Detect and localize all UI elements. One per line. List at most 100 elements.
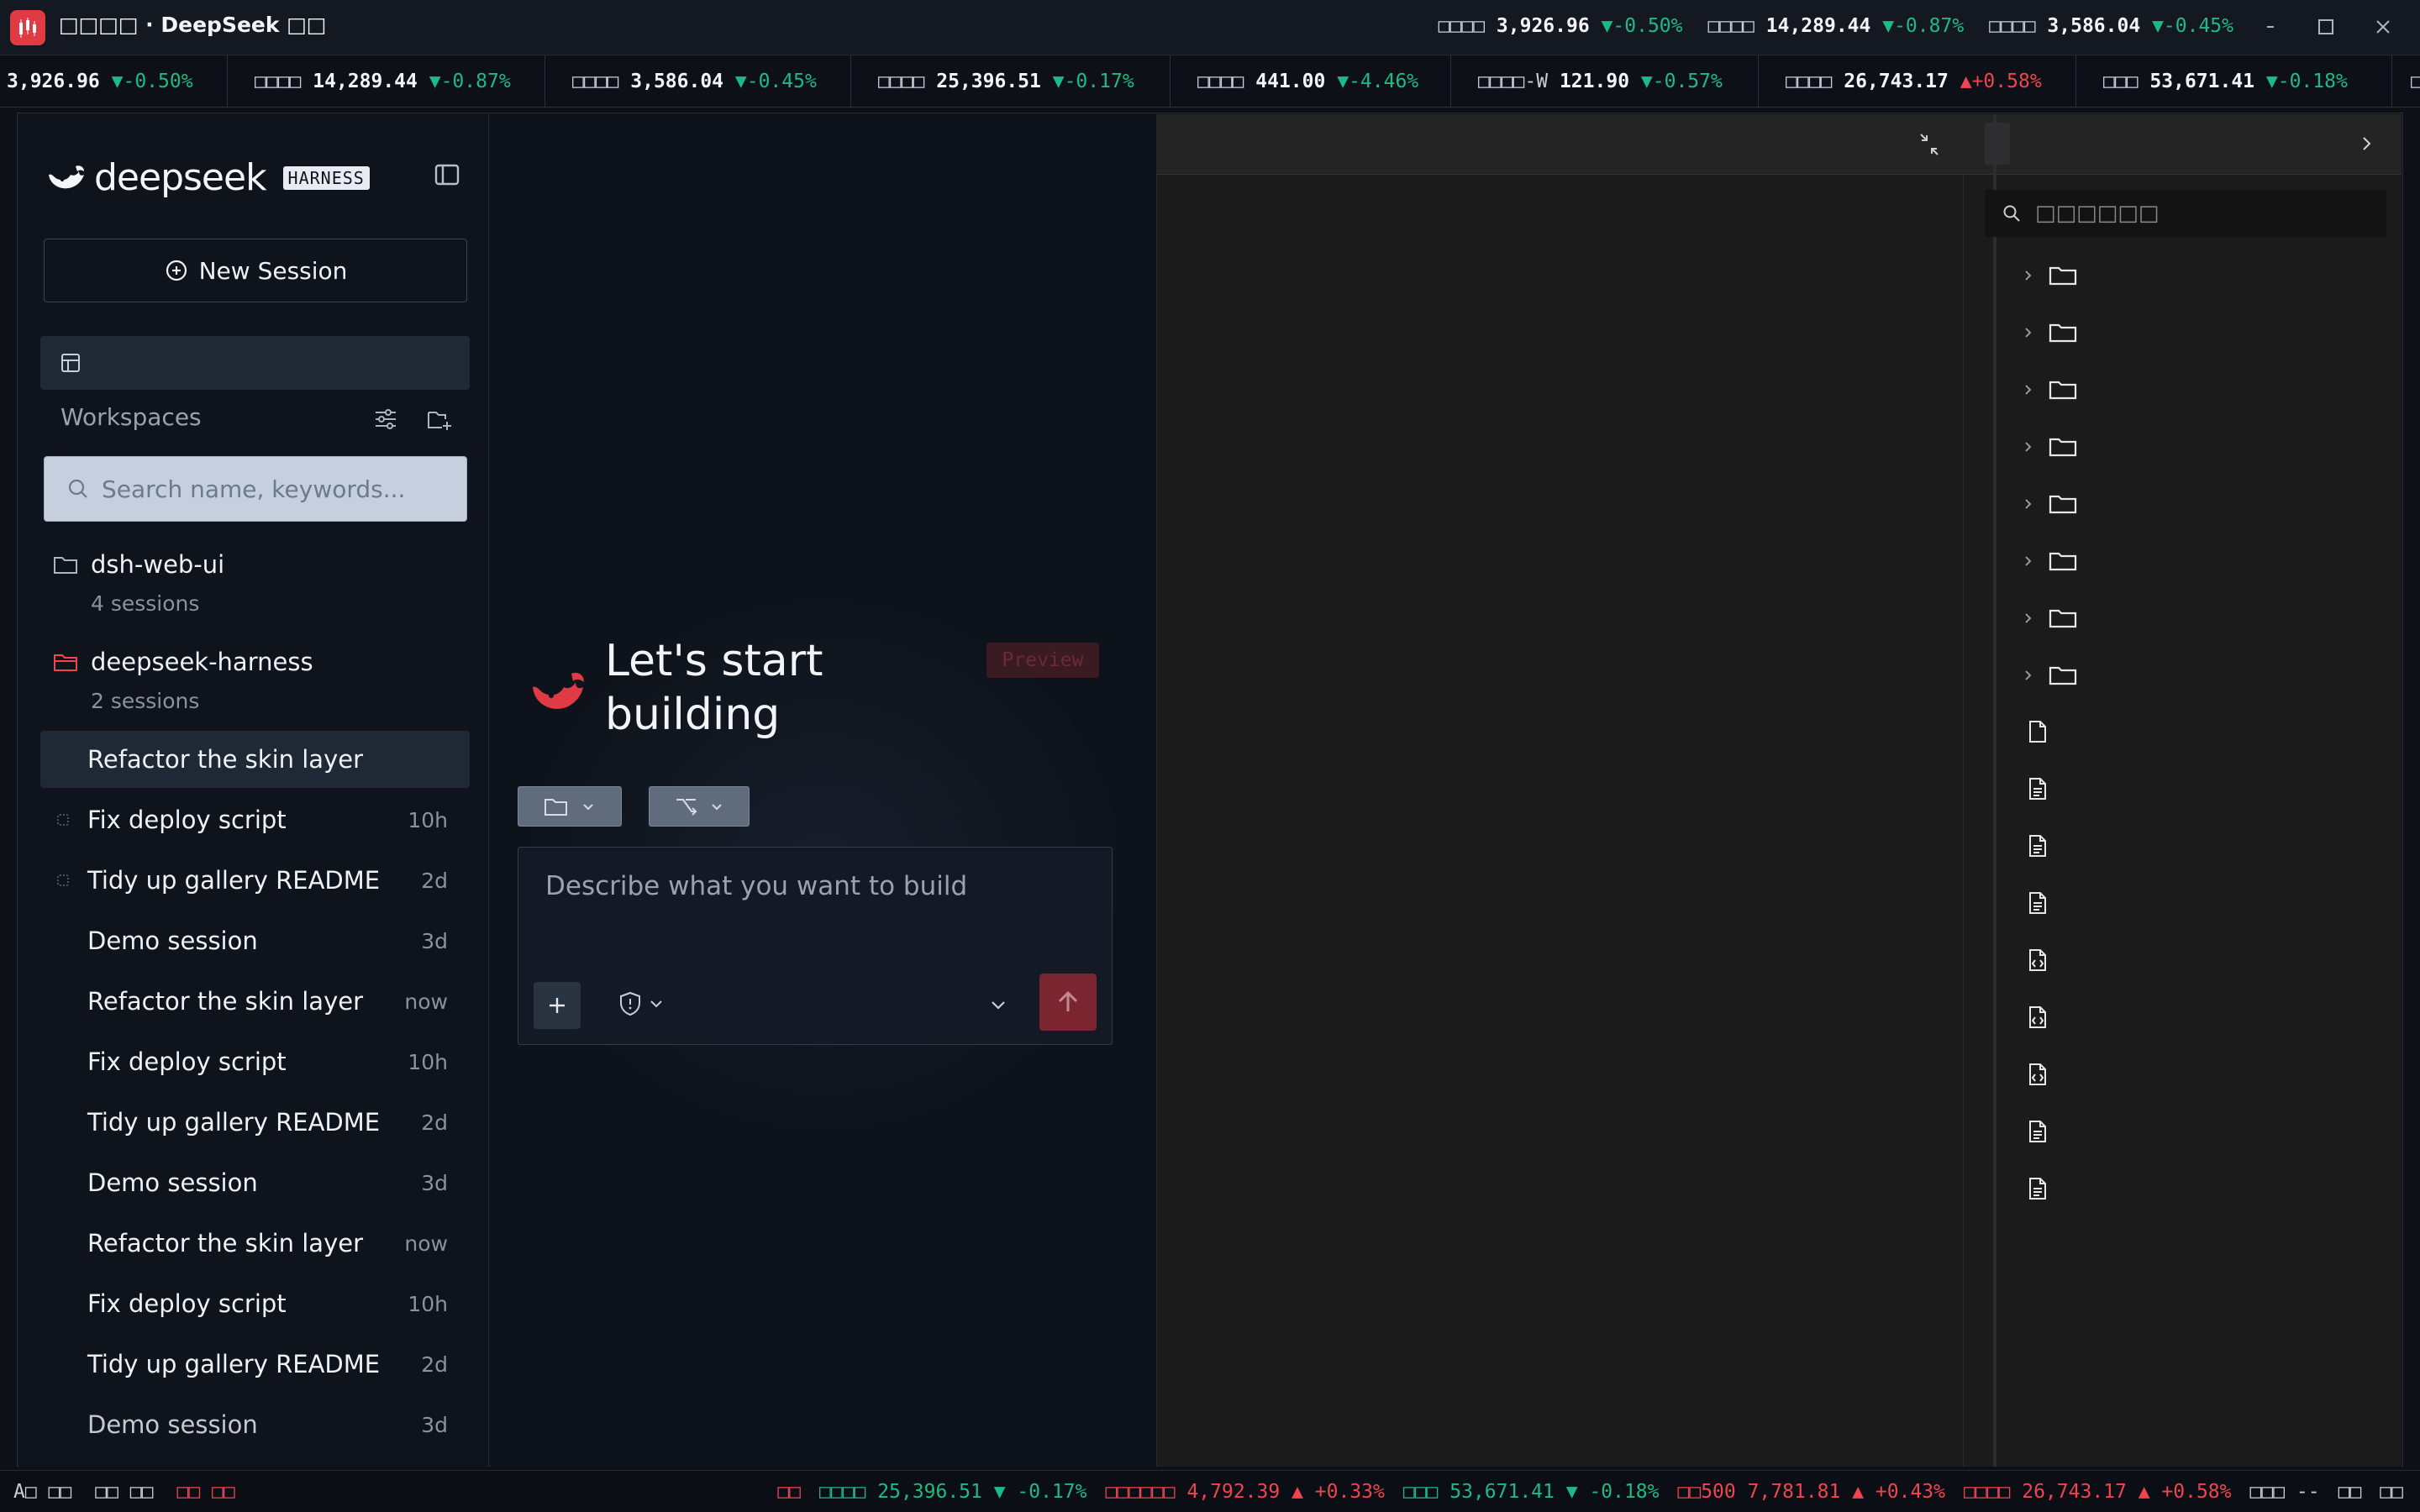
status-ticker[interactable]: □□□ -- (2250, 1481, 2320, 1503)
chevron-right-icon[interactable] (2020, 496, 2037, 512)
minimize-button[interactable] (2252, 8, 2289, 45)
session-item[interactable]: Refactor the skin layer now (40, 973, 470, 1030)
ticker-item[interactable]: □□□□ 26,743.17 ▲+0.58% (1758, 55, 2042, 107)
ticker-item[interactable]: □□□□ 441.00 ▼-4.46% (1170, 55, 1418, 107)
drag-handle-icon[interactable] (57, 814, 69, 826)
maximize-button[interactable] (2307, 8, 2344, 45)
drag-handle-icon[interactable] (57, 874, 69, 886)
chevron-right-icon[interactable] (2354, 131, 2380, 156)
status-item[interactable]: □□ □□ (95, 1481, 153, 1503)
prompt-input[interactable] (545, 871, 1083, 930)
chevron-right-icon[interactable] (2020, 553, 2037, 570)
chevron-right-icon[interactable] (2020, 324, 2037, 341)
app-logo-icon (10, 10, 45, 45)
file-tree-tab[interactable] (1985, 123, 2010, 165)
tree-file[interactable] (2025, 1173, 2050, 1206)
tree-folder[interactable] (2020, 544, 2079, 578)
send-button[interactable] (1039, 974, 1097, 1031)
chevron-right-icon[interactable] (2020, 610, 2037, 627)
session-item[interactable]: Demo session 3d (40, 1154, 470, 1211)
session-item[interactable]: Refactor the skin layer now (40, 1215, 470, 1272)
chevron-right-icon[interactable] (2020, 381, 2037, 398)
close-button[interactable] (2365, 8, 2402, 45)
status-input-method[interactable]: A□ □□ (13, 1481, 71, 1503)
status-ticker[interactable]: □□□□ 25,396.51 ▼ -0.17% (819, 1481, 1087, 1503)
tree-folder[interactable] (2020, 430, 2079, 464)
sidebar-item-dashboard[interactable] (40, 336, 470, 390)
file-search[interactable] (1985, 190, 2386, 237)
tree-folder[interactable] (2020, 659, 2079, 692)
branch-picker-button[interactable] (649, 786, 750, 827)
filter-settings-icon[interactable] (371, 405, 400, 433)
folder-icon (544, 799, 567, 816)
tree-folder[interactable] (2020, 316, 2079, 349)
session-title: Fix deploy script (87, 1289, 287, 1318)
workspaces-heading: Workspaces (60, 403, 202, 431)
session-item[interactable]: Tidy up gallery README 2d (40, 1336, 470, 1393)
ticker-item[interactable]: □□□□ 3,586.04 ▼-0.45% (544, 55, 817, 107)
chevron-right-icon[interactable] (2020, 267, 2037, 284)
file-search-input[interactable] (2035, 201, 2371, 226)
tree-folder[interactable] (2020, 259, 2079, 292)
collapse-icon[interactable] (1916, 131, 1943, 158)
status-item[interactable]: □□ (2380, 1481, 2403, 1503)
session-title: Fix deploy script (87, 806, 287, 834)
status-market-label: □□ (777, 1481, 802, 1503)
tree-file[interactable] (2025, 1001, 2050, 1035)
status-ticker[interactable]: □□□ 53,671.41 ▼ -0.18% (1403, 1481, 1660, 1503)
session-item[interactable]: Fix deploy script 10h (40, 1033, 470, 1090)
tree-file[interactable] (2025, 1058, 2050, 1092)
tree-file[interactable] (2025, 944, 2050, 978)
tree-folder[interactable] (2020, 487, 2079, 521)
ticker-item[interactable]: □ (2391, 55, 2420, 107)
folder-picker-button[interactable] (518, 786, 622, 827)
session-item[interactable]: Tidy up gallery README 2d (40, 852, 470, 909)
session-item[interactable]: Demo session 3d (40, 912, 470, 969)
folder-icon (54, 557, 77, 574)
add-folder-icon[interactable] (425, 405, 454, 433)
tree-file[interactable] (2025, 1116, 2050, 1149)
ticker-item[interactable]: □□□ 53,671.41 ▼-0.18% (2075, 55, 2348, 107)
status-ticker[interactable]: □□□□□□ 4,792.39 ▲ +0.33% (1106, 1481, 1385, 1503)
tree-file[interactable] (2025, 773, 2050, 806)
attach-button[interactable] (534, 982, 581, 1029)
session-time: now (404, 989, 448, 1014)
session-item[interactable]: Demo session 3d (40, 1396, 470, 1453)
status-item[interactable]: □□ (2338, 1481, 2362, 1503)
status-item[interactable]: □□ □□ (177, 1481, 235, 1503)
permission-mode-button[interactable] (618, 990, 665, 1017)
search-icon (68, 479, 87, 498)
workspace-search-input[interactable] (102, 475, 455, 503)
tree-folder[interactable] (2020, 373, 2079, 407)
session-time: 3d (421, 928, 448, 953)
session-item[interactable]: Fix deploy script 10h (40, 791, 470, 848)
folder-icon (2047, 377, 2079, 402)
session-item[interactable]: Fix deploy script 10h (40, 1275, 470, 1332)
new-session-button[interactable]: New Session (44, 239, 467, 302)
chevron-right-icon[interactable] (2020, 438, 2037, 455)
folder-icon (2047, 606, 2079, 631)
pane-resize-handle[interactable] (1993, 114, 1996, 1467)
chevron-right-icon[interactable] (2020, 667, 2037, 684)
tree-file[interactable] (2025, 887, 2050, 921)
ticker-item[interactable]: 3,926.96 ▼-0.50% (0, 55, 193, 107)
status-ticker[interactable]: □□□□ 26,743.17 ▲ +0.58% (1964, 1481, 2232, 1503)
workspace-search[interactable] (44, 456, 467, 522)
ticker-item[interactable]: □□□□ 25,396.51 ▼-0.17% (850, 55, 1134, 107)
file-icon (2025, 719, 2050, 746)
file-tree-header (1963, 114, 2402, 175)
titlebar-ticker: □□□□ 3,586.04 ▼-0.45% (1989, 15, 2233, 37)
workspace-item-dsh-web-ui[interactable]: dsh-web-ui (52, 550, 224, 579)
sidebar-toggle-button[interactable] (432, 160, 462, 190)
status-ticker[interactable]: □□500 7,781.81 ▲ +0.43% (1678, 1481, 1946, 1503)
tree-folder[interactable] (2020, 601, 2079, 635)
ticker-item[interactable]: □□□□-W 121.90 ▼-0.57% (1450, 55, 1723, 107)
model-select-chevron[interactable] (987, 994, 1009, 1016)
session-item[interactable]: Refactor the skin layer (40, 731, 470, 788)
session-item[interactable]: Tidy up gallery README 2d (40, 1094, 470, 1151)
session-time: 2d (421, 1110, 448, 1135)
tree-file[interactable] (2025, 830, 2050, 864)
tree-file[interactable] (2025, 716, 2050, 749)
workspace-item-deepseek-harness[interactable]: deepseek-harness (52, 648, 313, 676)
ticker-item[interactable]: □□□□ 14,289.44 ▼-0.87% (227, 55, 511, 107)
